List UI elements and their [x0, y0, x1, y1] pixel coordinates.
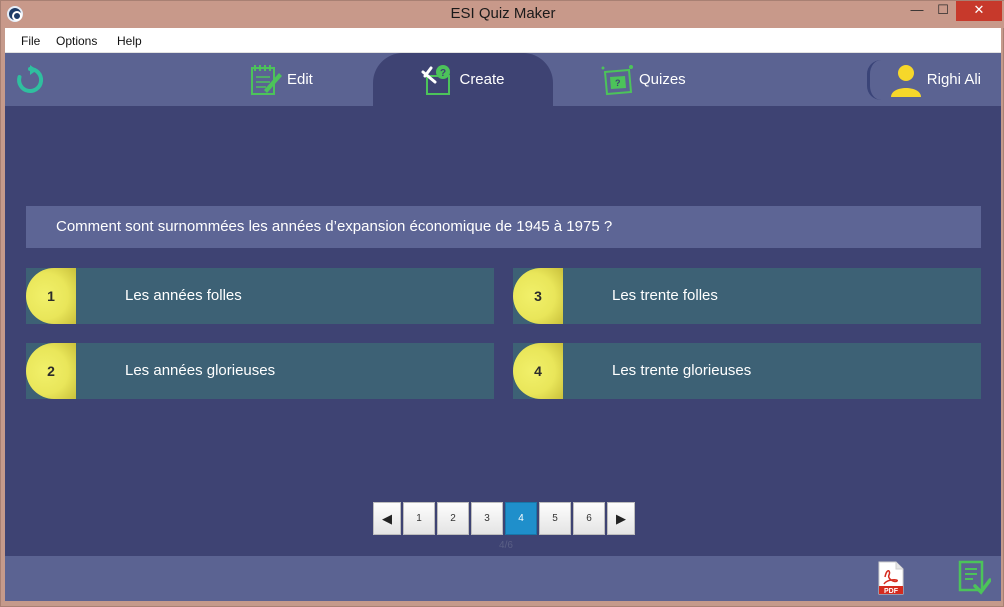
pager-page-button[interactable]: 3	[471, 502, 503, 535]
menu-bar: File Options Help	[5, 28, 1001, 53]
minimize-button[interactable]: —	[906, 1, 928, 21]
refresh-icon[interactable]	[15, 65, 45, 95]
maximize-button[interactable]: ☐	[931, 1, 955, 21]
pager-next-button[interactable]: ▶	[607, 502, 635, 535]
tab-edit[interactable]: Edit	[249, 53, 313, 106]
tab-edit-label: Edit	[287, 71, 313, 88]
pager-page-button-current[interactable]: 4	[505, 502, 537, 535]
pager-page-button[interactable]: 6	[573, 502, 605, 535]
tab-quizes-label: Quizes	[639, 71, 686, 88]
answer-number-badge: 4	[513, 343, 563, 399]
create-tools-icon: ?	[421, 64, 451, 95]
menu-file[interactable]: File	[21, 34, 40, 48]
pager-prev-button[interactable]: ◀	[373, 502, 401, 535]
user-name: Righi Ali	[926, 71, 981, 88]
answer-text: Les années folles	[125, 287, 242, 304]
user-profile[interactable]: Righi Ali	[866, 53, 981, 106]
app-window: ESI Quiz Maker — ☐ ✕ File Options Help E…	[0, 0, 1004, 607]
answer-option-1[interactable]: 1 Les années folles	[26, 268, 494, 324]
close-button[interactable]: ✕	[956, 1, 1002, 21]
tab-create[interactable]: ? Create	[373, 53, 553, 106]
menu-help[interactable]: Help	[117, 34, 142, 48]
main-panel: Comment sont surnommées les années d’exp…	[5, 106, 1001, 556]
user-avatar-icon	[890, 64, 921, 97]
title-bar[interactable]: ESI Quiz Maker — ☐ ✕	[1, 1, 1004, 28]
answer-text: Les années glorieuses	[125, 362, 276, 379]
answer-text: Les trente folles	[612, 287, 718, 304]
pager-page-button[interactable]: 5	[539, 502, 571, 535]
tab-quizes[interactable]: ? Quizes	[601, 53, 686, 106]
edit-notepad-icon	[251, 64, 282, 95]
answer-option-3[interactable]: 3 Les trente folles	[513, 268, 981, 324]
bottom-bar: PDF	[5, 556, 1001, 601]
pdf-export-icon[interactable]: PDF	[877, 561, 905, 595]
question-text[interactable]: Comment sont surnommées les années d’exp…	[26, 206, 981, 248]
svg-text:?: ?	[440, 68, 446, 79]
answer-number-badge: 2	[26, 343, 76, 399]
answer-option-2[interactable]: 2 Les années glorieuses	[26, 343, 494, 399]
pager-page-button[interactable]: 1	[403, 502, 435, 535]
svg-text:PDF: PDF	[884, 588, 899, 595]
user-divider-arc	[866, 59, 881, 100]
nav-bar: Edit ? Create ? Quizes Righi Ali	[5, 53, 1001, 106]
save-checklist-icon[interactable]	[957, 560, 991, 596]
menu-options[interactable]: Options	[56, 34, 97, 48]
answer-number-badge: 3	[513, 268, 563, 324]
window-title: ESI Quiz Maker	[450, 5, 556, 22]
quizes-icon: ?	[601, 64, 633, 95]
pager-status: 4/6	[499, 540, 513, 551]
pagination: ◀ 1 2 3 4 5 6 ▶	[373, 502, 637, 535]
answer-option-4[interactable]: 4 Les trente glorieuses	[513, 343, 981, 399]
svg-text:?: ?	[615, 78, 621, 88]
answer-text: Les trente glorieuses	[612, 362, 752, 379]
answer-number-badge: 1	[26, 268, 76, 324]
pager-page-button[interactable]: 2	[437, 502, 469, 535]
tab-create-label: Create	[459, 71, 505, 88]
